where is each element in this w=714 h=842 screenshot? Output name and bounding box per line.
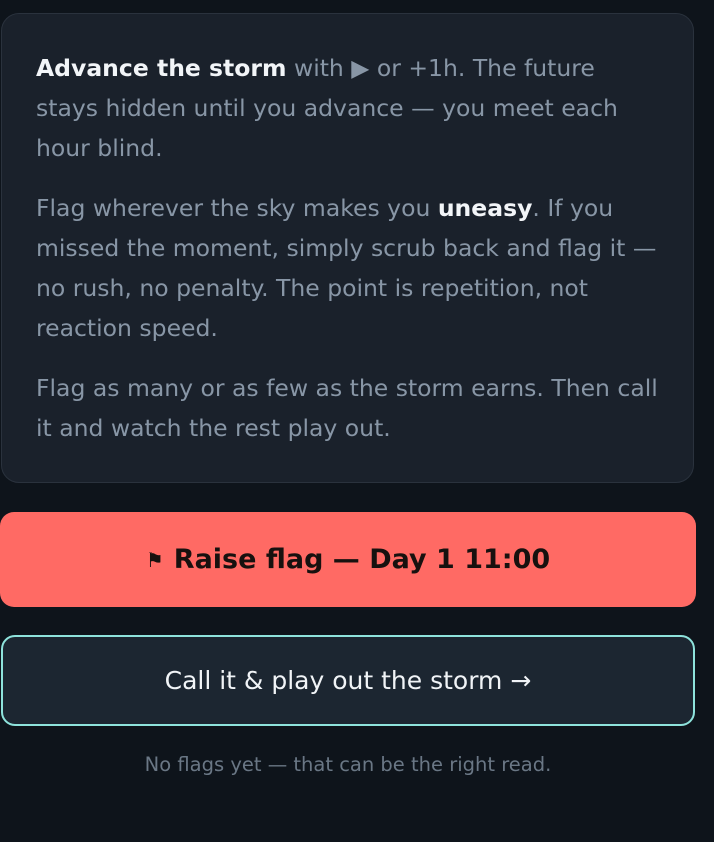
raise-flag-label: Raise flag — Day 1 11:00 — [173, 544, 551, 575]
instruction-advance: Advance the storm with ▶ or +1h. The fut… — [36, 48, 659, 168]
storm-panel: Advance the storm with ▶ or +1h. The fut… — [0, 0, 714, 842]
instruction-call: Flag as many or as few as the storm earn… — [36, 374, 658, 442]
instruction-advance-emphasis: Advance the storm — [36, 54, 287, 82]
call-it-button[interactable]: Call it & play out the storm → — [1, 635, 695, 726]
instruction-flag: Flag wherever the sky makes you uneasy. … — [36, 188, 659, 348]
flag-icon: ⚑ — [145, 547, 164, 572]
instruction-flag-before: Flag wherever the sky makes you — [36, 194, 438, 222]
call-it-label: Call it & play out the storm — [164, 666, 503, 695]
raise-flag-button[interactable]: ⚑ Raise flag — Day 1 11:00 — [0, 512, 696, 607]
instruction-flag-emphasis: uneasy — [437, 194, 533, 222]
arrow-right-icon: → — [510, 666, 532, 695]
flags-status: No flags yet — that can be the right rea… — [144, 753, 552, 776]
instructions-card: Advance the storm with ▶ or +1h. The fut… — [1, 13, 694, 483]
